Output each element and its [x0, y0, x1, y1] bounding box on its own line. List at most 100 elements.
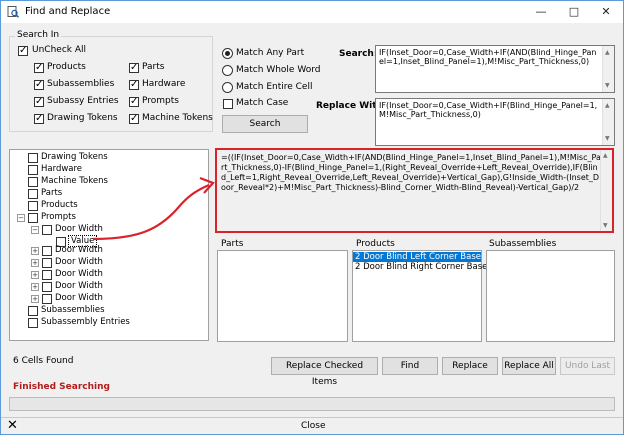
close-button[interactable]: Close — [301, 421, 326, 431]
undo-last-button: Undo Last — [560, 357, 615, 375]
list-item[interactable]: 2 Door Blind Left Corner Base — [353, 252, 481, 262]
prompts-checkbox[interactable] — [129, 95, 139, 109]
collapse-icon[interactable]: − — [17, 214, 25, 222]
expand-icon[interactable]: + — [31, 283, 39, 291]
tree-item-subassemblies[interactable]: Subassemblies — [41, 305, 105, 315]
match-case-label: Match Case — [236, 98, 289, 108]
tree-item-drawing-tokens[interactable]: Drawing Tokens — [41, 152, 108, 162]
tree-item-prompts[interactable]: Prompts — [41, 212, 76, 222]
minimize-button[interactable]: — — [525, 1, 557, 23]
tree-checkbox[interactable] — [42, 294, 52, 304]
minimize-icon: — — [535, 5, 547, 18]
search-button[interactable]: Search — [222, 115, 308, 133]
subassemblies-list-label: Subassemblies — [489, 239, 557, 249]
tree-checkbox[interactable] — [28, 153, 38, 163]
products-label: Products — [47, 62, 86, 72]
replace-all-button[interactable]: Replace All — [502, 357, 556, 375]
expand-icon[interactable]: + — [31, 247, 39, 255]
scroll-up-icon: ▲ — [605, 49, 610, 56]
subassemblies-label: Subassemblies — [47, 79, 115, 89]
finished-searching-text: Finished Searching — [13, 382, 110, 392]
match-case-checkbox[interactable] — [223, 99, 233, 109]
tree-item-door-width[interactable]: Door Width — [55, 269, 103, 279]
replace-button[interactable]: Replace — [442, 357, 498, 375]
find-replace-window: Find and Replace — □ ✕ Search In UnCheck… — [0, 0, 624, 435]
close-bar[interactable]: ✕ Close — [1, 417, 623, 434]
tree-item-hardware[interactable]: Hardware — [41, 164, 82, 174]
match-whole-word-radio[interactable] — [222, 65, 233, 76]
match-any-part-label: Match Any Part — [236, 48, 305, 58]
match-any-part-radio[interactable] — [222, 48, 233, 59]
replace-field[interactable]: IF(Inset_Door=0,Case_Width+IF(Blind_Hing… — [375, 98, 615, 146]
list-item[interactable]: 2 Door Blind Right Corner Base — [353, 262, 487, 272]
cell-formula-text: =((IF(Inset_Door=0,Case_Width+IF(AND(Bli… — [221, 153, 601, 192]
drawing-tokens-checkbox[interactable] — [34, 112, 44, 126]
match-entire-cell-label: Match Entire Cell — [236, 82, 313, 92]
tree-item-door-width[interactable]: Door Width — [55, 281, 103, 291]
search-field-scrollbar[interactable]: ▲ ▼ — [602, 46, 614, 92]
tree-item-door-width[interactable]: Door Width — [55, 257, 103, 267]
machine-tokens-checkbox[interactable] — [129, 112, 139, 126]
tree-checkbox[interactable] — [42, 270, 52, 280]
uncheck-all-label: UnCheck All — [32, 45, 86, 55]
formula-scrollbar[interactable]: ▲ ▼ — [600, 150, 612, 231]
tree-item-subassembly-entries[interactable]: Subassembly Entries — [41, 317, 130, 327]
replace-field-value: IF(Inset_Door=0,Case_Width+IF(Blind_Hing… — [379, 101, 598, 119]
parts-list[interactable] — [217, 250, 348, 342]
scroll-down-icon: ▼ — [605, 135, 610, 142]
maximize-icon: □ — [568, 5, 580, 18]
expand-icon[interactable]: + — [31, 295, 39, 303]
products-list[interactable]: 2 Door Blind Left Corner Base 2 Door Bli… — [352, 250, 487, 342]
find-replace-app-icon — [7, 6, 19, 18]
replace-checked-items-button[interactable]: Replace Checked Items — [271, 357, 378, 387]
close-window-button[interactable]: ✕ — [590, 1, 622, 23]
tree-checkbox[interactable] — [28, 177, 38, 187]
drawing-tokens-label: Drawing Tokens — [47, 113, 118, 123]
uncheck-all-checkbox[interactable] — [18, 44, 28, 58]
match-whole-word-label: Match Whole Word — [236, 65, 321, 75]
scroll-down-icon: ▼ — [603, 222, 608, 229]
scroll-up-icon: ▲ — [603, 152, 608, 159]
prompts-label: Prompts — [142, 96, 179, 106]
search-in-label: Search In — [15, 30, 62, 40]
search-field-value: IF(Inset_Door=0,Case_Width+IF(AND(Blind_… — [379, 48, 597, 66]
expand-icon[interactable]: + — [31, 259, 39, 267]
hardware-label: Hardware — [142, 79, 186, 89]
scroll-up-icon: ▲ — [605, 102, 610, 109]
tree-checkbox[interactable] — [28, 201, 38, 211]
tree-item-parts[interactable]: Parts — [41, 188, 62, 198]
tree-item-products[interactable]: Products — [41, 200, 78, 210]
subassemblies-list[interactable] — [486, 250, 615, 342]
subassy-entries-label: Subassy Entries — [47, 96, 119, 106]
parts-checkbox[interactable] — [129, 61, 139, 75]
hardware-checkbox[interactable] — [129, 78, 139, 92]
tree-checkbox[interactable] — [42, 282, 52, 292]
parts-list-label: Parts — [221, 239, 244, 249]
tree-checkbox[interactable] — [28, 318, 38, 328]
replace-field-scrollbar[interactable]: ▲ ▼ — [602, 99, 614, 145]
parts-label: Parts — [142, 62, 165, 72]
tree-checkbox[interactable] — [42, 258, 52, 268]
tree-checkbox[interactable] — [28, 189, 38, 199]
match-entire-cell-radio[interactable] — [222, 82, 233, 93]
tree-checkbox[interactable] — [28, 165, 38, 175]
search-field-label: Search: — [339, 49, 378, 59]
close-x-icon[interactable]: ✕ — [7, 418, 18, 434]
tree-checkbox[interactable] — [42, 225, 52, 235]
search-field[interactable]: IF(Inset_Door=0,Case_Width+IF(AND(Blind_… — [375, 45, 615, 93]
subassy-entries-checkbox[interactable] — [34, 95, 44, 109]
find-button[interactable]: Find — [382, 357, 438, 375]
tree-checkbox[interactable] — [42, 246, 52, 256]
tree-item-door-width[interactable]: Door Width — [55, 293, 103, 303]
cell-value-viewer[interactable]: =((IF(Inset_Door=0,Case_Width+IF(AND(Bli… — [215, 148, 614, 233]
cells-found-text: 6 Cells Found — [13, 356, 74, 366]
annotation-arrow-icon — [92, 176, 215, 241]
tree-checkbox[interactable] — [28, 306, 38, 316]
collapse-icon[interactable]: − — [31, 226, 39, 234]
maximize-button[interactable]: □ — [558, 1, 590, 23]
subassemblies-checkbox[interactable] — [34, 78, 44, 92]
products-checkbox[interactable] — [34, 61, 44, 75]
expand-icon[interactable]: + — [31, 271, 39, 279]
tree-checkbox[interactable] — [28, 213, 38, 223]
tree-item-door-width[interactable]: Door Width — [55, 245, 103, 255]
